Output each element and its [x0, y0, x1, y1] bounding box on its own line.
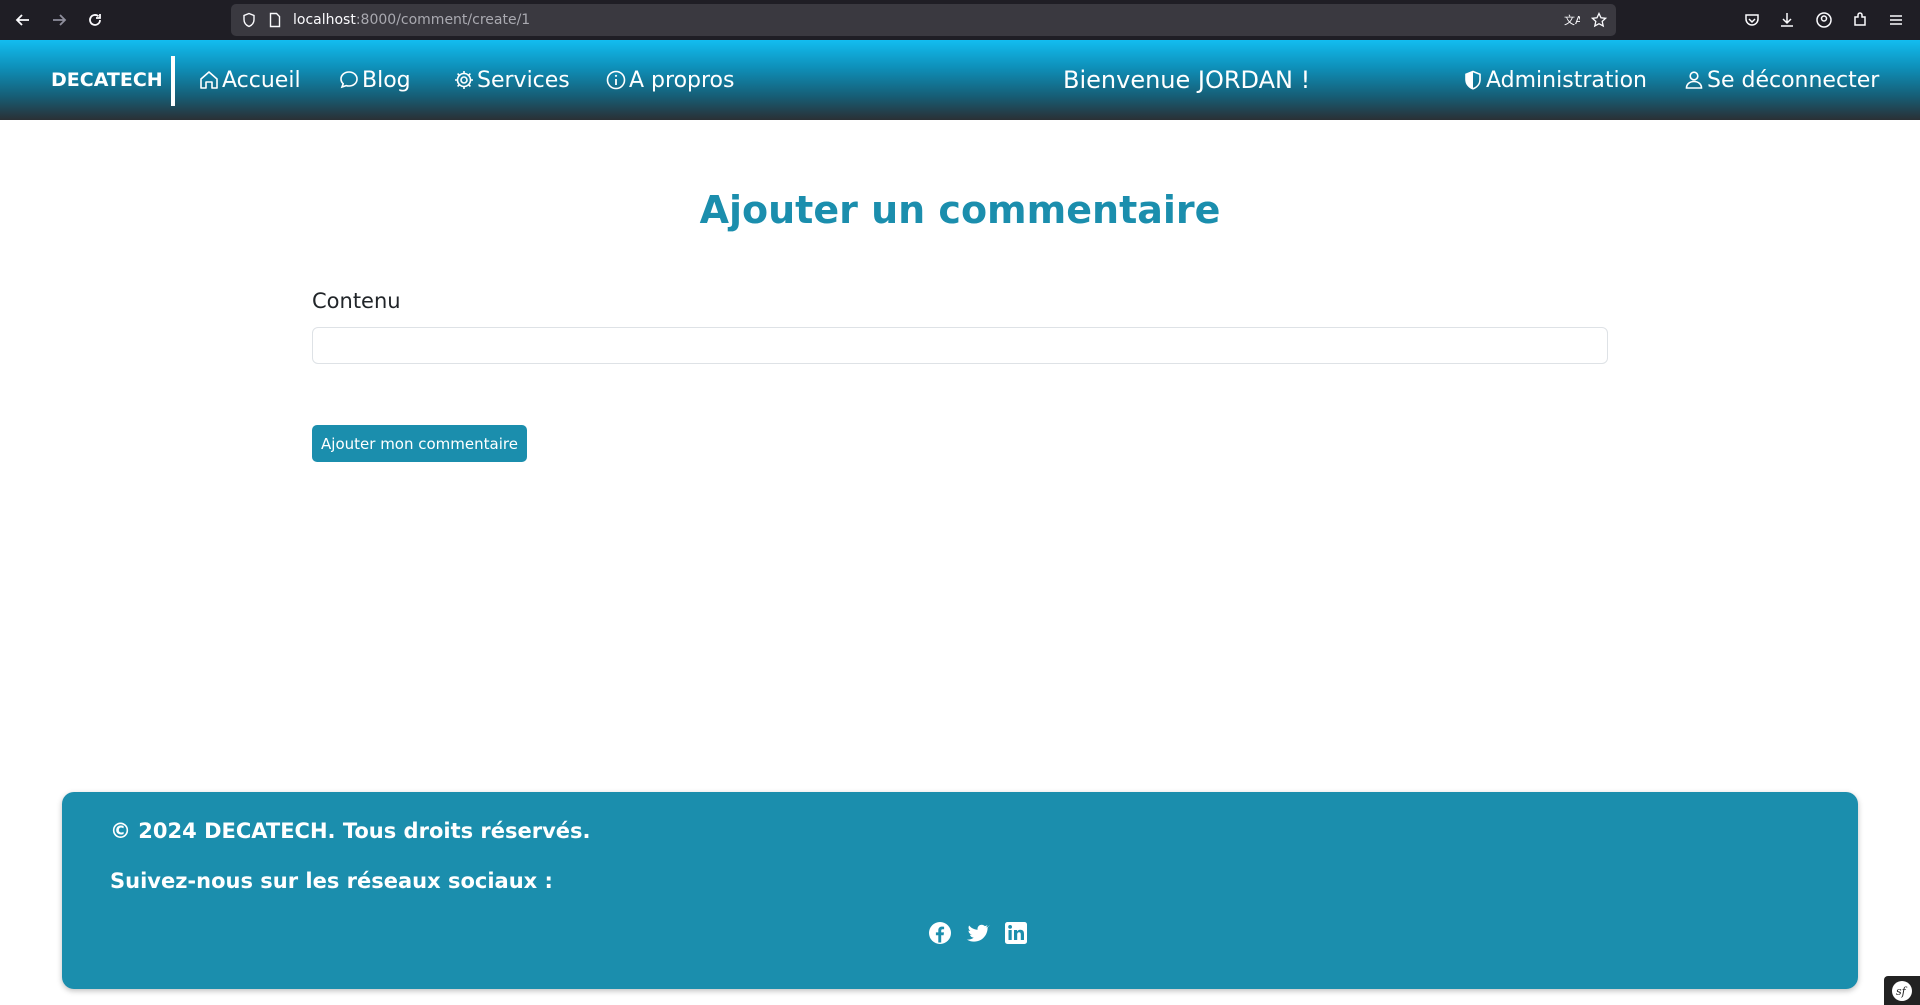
- person-icon: [1685, 71, 1703, 89]
- site-navbar: DECATECH Accueil Blog Services A propros…: [0, 40, 1920, 120]
- browser-toolbar: localhost:8000/comment/create/1 文A: [0, 0, 1920, 40]
- linkedin-icon[interactable]: [1004, 921, 1028, 945]
- welcome-message: Bienvenue JORDAN !: [1063, 66, 1311, 94]
- extensions-icon[interactable]: [1851, 11, 1869, 29]
- content-input[interactable]: [312, 327, 1608, 364]
- facebook-icon[interactable]: [928, 921, 952, 945]
- nav-item-label: Accueil: [222, 67, 301, 93]
- download-icon[interactable]: [1778, 11, 1796, 29]
- nav-item-label: A propros: [629, 67, 735, 93]
- address-bar[interactable]: localhost:8000/comment/create/1 文A: [231, 4, 1616, 36]
- page-icon: [267, 12, 283, 28]
- copyright-text: © 2024 DECATECH. Tous droits réservés.: [110, 819, 591, 843]
- chat-bubble-icon: [340, 71, 358, 89]
- follow-us-text: Suivez-nous sur les réseaux sociaux :: [110, 869, 553, 893]
- info-circle-icon: [606, 70, 626, 90]
- brand-divider: [171, 56, 175, 106]
- footer: © 2024 DECATECH. Tous droits réservés. S…: [62, 792, 1858, 989]
- url-text[interactable]: localhost:8000/comment/create/1: [293, 4, 530, 36]
- shield-icon[interactable]: [241, 12, 257, 28]
- svg-text:文A: 文A: [1564, 13, 1580, 27]
- brand-logo[interactable]: DECATECH: [51, 40, 163, 120]
- gear-icon: [455, 71, 473, 89]
- nav-item-a-propros[interactable]: A propros: [605, 40, 734, 120]
- pocket-icon[interactable]: [1743, 11, 1761, 29]
- nav-item-label: Se déconnecter: [1707, 67, 1880, 93]
- nav-item-services[interactable]: Services: [453, 40, 570, 120]
- house-icon: [200, 71, 218, 89]
- nav-item-logout[interactable]: Se déconnecter: [1683, 40, 1879, 120]
- back-arrow-icon[interactable]: [12, 9, 34, 31]
- submit-comment-button[interactable]: Ajouter mon commentaire: [312, 425, 527, 462]
- symfony-toolbar-icon[interactable]: sf: [1884, 976, 1920, 1005]
- nav-item-label: Blog: [362, 67, 411, 93]
- shield-half-icon: [1465, 70, 1481, 90]
- reload-icon[interactable]: [84, 9, 106, 31]
- nav-item-label: Services: [477, 67, 570, 93]
- forward-arrow-icon[interactable]: [48, 9, 70, 31]
- twitter-icon[interactable]: [966, 921, 990, 945]
- content-label: Contenu: [312, 289, 401, 313]
- page-title: Ajouter un commentaire: [699, 188, 1221, 232]
- bookmark-star-icon[interactable]: [1590, 11, 1608, 28]
- nav-item-accueil[interactable]: Accueil: [198, 40, 301, 120]
- account-icon[interactable]: [1815, 11, 1833, 29]
- menu-icon[interactable]: [1887, 11, 1905, 29]
- nav-item-label: Administration: [1486, 67, 1647, 93]
- nav-item-blog[interactable]: Blog: [338, 40, 411, 120]
- nav-item-administration[interactable]: Administration: [1462, 40, 1647, 120]
- translate-icon[interactable]: 文A: [1564, 12, 1583, 28]
